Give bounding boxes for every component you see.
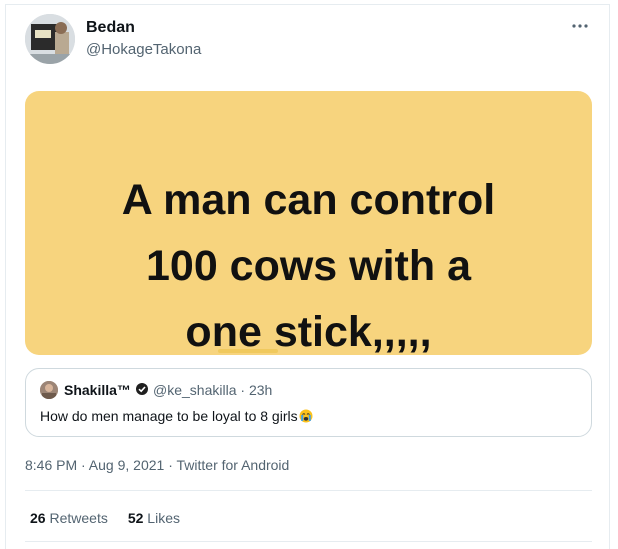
author-avatar[interactable] — [25, 14, 75, 64]
quoted-author-avatar[interactable] — [40, 381, 58, 399]
image-artifact — [218, 349, 278, 353]
divider — [25, 541, 592, 542]
quoted-text: How do men manage to be loyal to 8 girls — [40, 408, 313, 424]
verified-badge-icon — [135, 382, 149, 396]
divider — [25, 490, 592, 491]
crying-face-emoji — [299, 409, 313, 423]
retweets-stat[interactable]: 26 Retweets — [30, 510, 108, 526]
image-text: A man can control 100 cows with a one st… — [121, 176, 496, 355]
retweets-count: 26 — [30, 510, 46, 526]
meta-separator: · — [240, 382, 246, 398]
likes-stat[interactable]: 52 Likes — [128, 510, 180, 526]
likes-label: Likes — [147, 510, 180, 526]
author-name[interactable]: Bedan — [86, 19, 135, 37]
quoted-text-body: How do men manage to be loyal to 8 girls — [40, 408, 298, 424]
retweets-label: Retweets — [49, 510, 108, 526]
quoted-time[interactable]: 23h — [249, 382, 272, 398]
quoted-meta: @ke_shakilla · 23h — [153, 382, 272, 398]
tweet-timestamp[interactable]: 8:46 PM · Aug 9, 2021 · Twitter for Andr… — [25, 457, 289, 473]
quoted-author-name[interactable]: Shakilla™ — [64, 382, 131, 398]
more-dots-icon[interactable] — [572, 16, 588, 34]
tweet-stats: 26 Retweets 52 Likes — [30, 510, 180, 526]
quoted-author-handle[interactable]: @ke_shakilla — [153, 382, 236, 398]
author-handle[interactable]: @HokageTakona — [86, 41, 201, 58]
tweet-image[interactable]: A man can control 100 cows with a one st… — [25, 91, 592, 355]
likes-count: 52 — [127, 510, 144, 526]
quoted-tweet[interactable]: Shakilla™ @ke_shakilla · 23h How do men … — [25, 368, 592, 437]
